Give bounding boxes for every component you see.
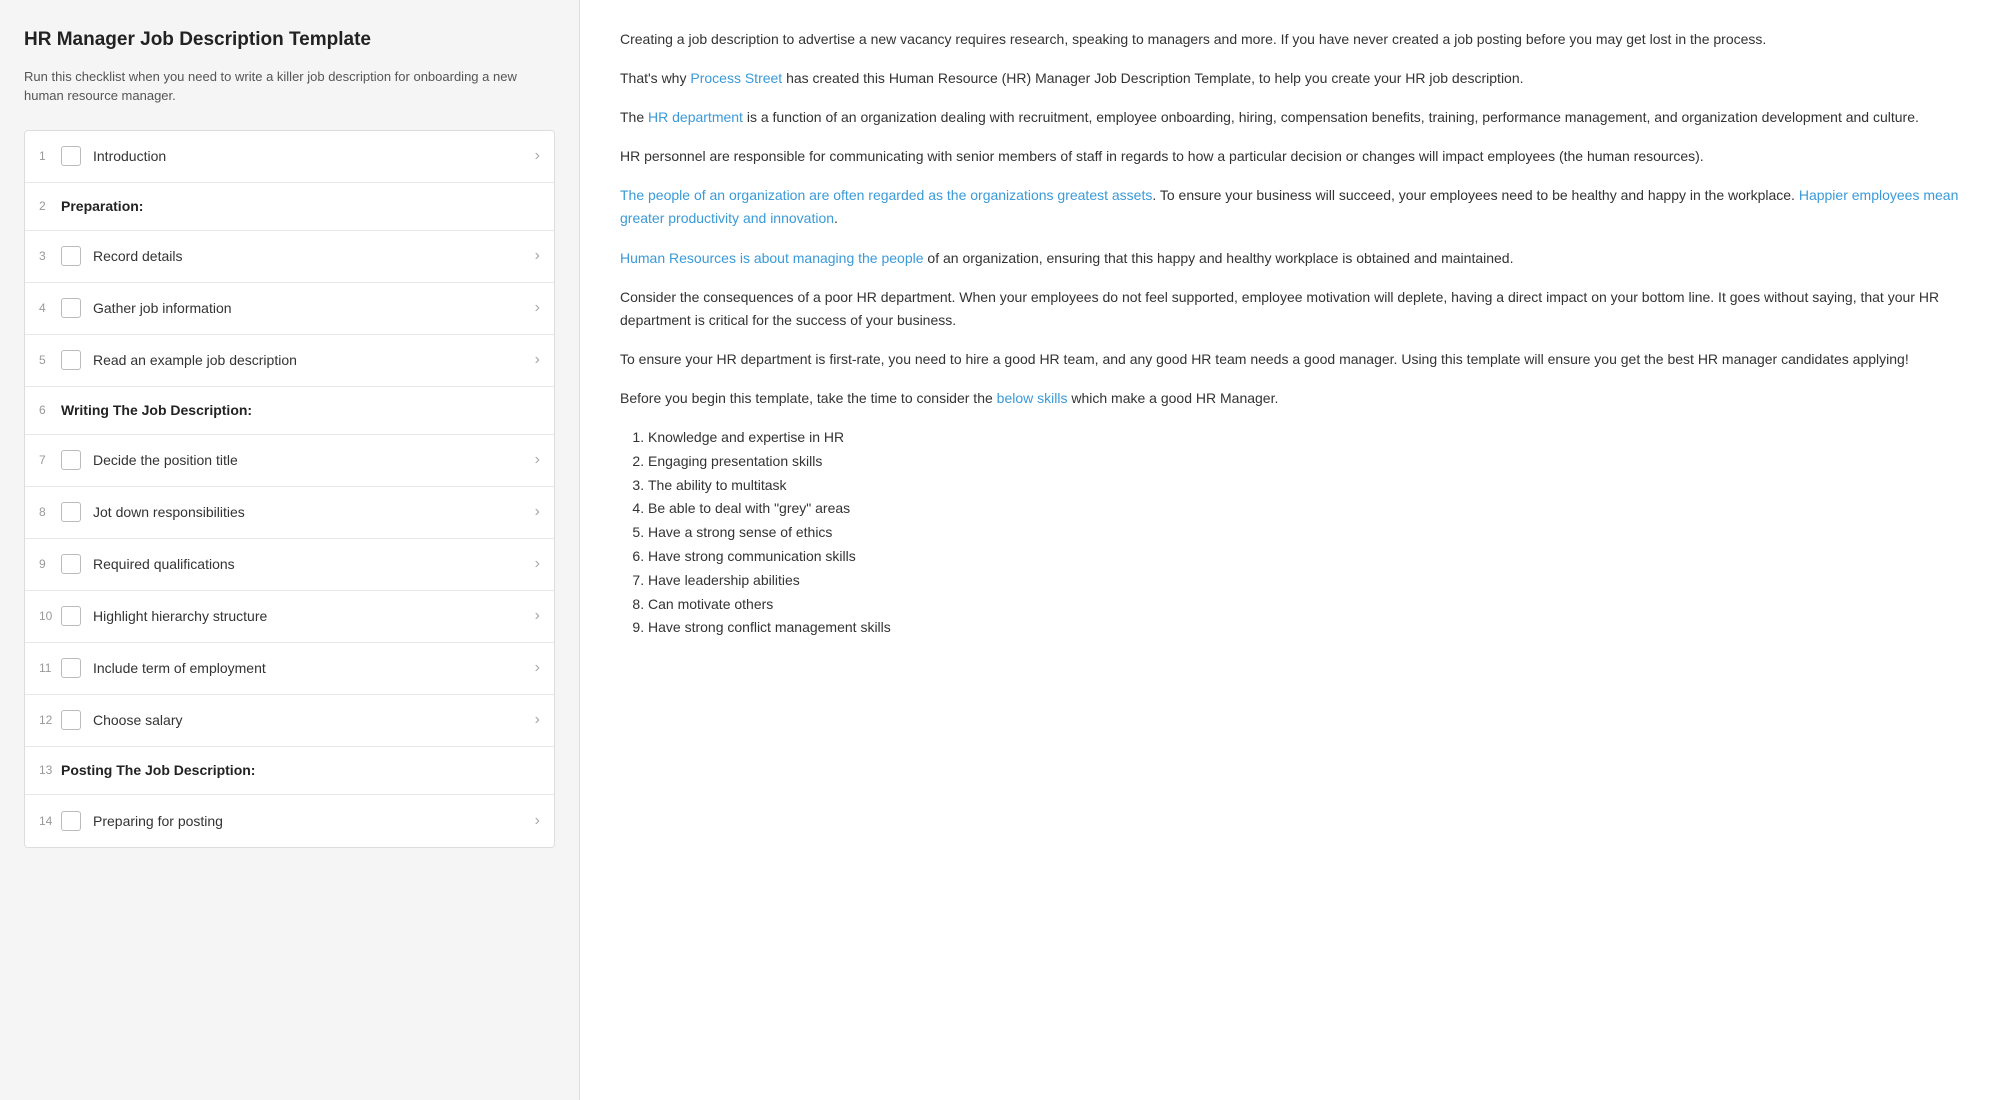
checklist-task-item[interactable]: 5 Read an example job description › — [25, 335, 554, 387]
item-number: 12 — [39, 713, 61, 727]
item-number: 3 — [39, 249, 61, 263]
intro-paragraph-4: HR personnel are responsible for communi… — [620, 145, 1959, 168]
intro-paragraph-1: Creating a job description to advertise … — [620, 28, 1959, 51]
task-label: Introduction — [93, 148, 527, 164]
checklist-task-item[interactable]: 4 Gather job information › — [25, 283, 554, 335]
left-panel: HR Manager Job Description Template Run … — [0, 0, 580, 1100]
list-item: The ability to multitask — [648, 474, 1959, 498]
right-panel: Creating a job description to advertise … — [580, 0, 1999, 1100]
item-number: 10 — [39, 609, 61, 623]
item-number: 11 — [39, 661, 61, 675]
hr-department-link[interactable]: HR department — [648, 109, 743, 125]
item-number: 7 — [39, 453, 61, 467]
section-label: Preparation: — [61, 198, 540, 214]
list-item: Knowledge and expertise in HR — [648, 426, 1959, 450]
task-checkbox[interactable] — [61, 811, 81, 831]
intro-paragraph-9: Before you begin this template, take the… — [620, 387, 1959, 410]
checklist-section-header: 13 Posting The Job Description: — [25, 747, 554, 795]
task-checkbox[interactable] — [61, 606, 81, 626]
task-label: Preparing for posting — [93, 813, 527, 829]
chevron-right-icon: › — [535, 451, 540, 469]
chevron-right-icon: › — [535, 607, 540, 625]
task-label: Read an example job description — [93, 352, 527, 368]
skills-list: Knowledge and expertise in HREngaging pr… — [648, 426, 1959, 640]
chevron-right-icon: › — [535, 351, 540, 369]
list-item: Have leadership abilities — [648, 569, 1959, 593]
checklist-section-header: 2 Preparation: — [25, 183, 554, 231]
list-item: Have strong communication skills — [648, 545, 1959, 569]
chevron-right-icon: › — [535, 711, 540, 729]
task-label: Choose salary — [93, 712, 527, 728]
chevron-right-icon: › — [535, 147, 540, 165]
checklist-section-header: 6 Writing The Job Description: — [25, 387, 554, 435]
task-label: Highlight hierarchy structure — [93, 608, 527, 624]
below-skills-link[interactable]: below skills — [997, 390, 1068, 406]
chevron-right-icon: › — [535, 659, 540, 677]
section-label: Posting The Job Description: — [61, 762, 540, 778]
task-checkbox[interactable] — [61, 554, 81, 574]
task-checkbox[interactable] — [61, 710, 81, 730]
page-subtitle: Run this checklist when you need to writ… — [24, 67, 555, 106]
intro-paragraph-6: Human Resources is about managing the pe… — [620, 247, 1959, 270]
item-number: 6 — [39, 403, 61, 417]
chevron-right-icon: › — [535, 555, 540, 573]
intro-paragraph-2: That's why Process Street has created th… — [620, 67, 1959, 90]
item-number: 13 — [39, 763, 61, 777]
process-street-link[interactable]: Process Street — [690, 70, 782, 86]
task-label: Decide the position title — [93, 452, 527, 468]
item-number: 2 — [39, 199, 61, 213]
task-checkbox[interactable] — [61, 450, 81, 470]
list-item: Have strong conflict management skills — [648, 616, 1959, 640]
intro-paragraph-5: The people of an organization are often … — [620, 184, 1959, 230]
item-number: 1 — [39, 149, 61, 163]
list-item: Can motivate others — [648, 593, 1959, 617]
checklist-task-item[interactable]: 14 Preparing for posting › — [25, 795, 554, 847]
checklist-task-item[interactable]: 3 Record details › — [25, 231, 554, 283]
task-checkbox[interactable] — [61, 298, 81, 318]
checklist-task-item[interactable]: 10 Highlight hierarchy structure › — [25, 591, 554, 643]
checklist-task-item[interactable]: 12 Choose salary › — [25, 695, 554, 747]
chevron-right-icon: › — [535, 812, 540, 830]
task-checkbox[interactable] — [61, 502, 81, 522]
task-label: Include term of employment — [93, 660, 527, 676]
chevron-right-icon: › — [535, 247, 540, 265]
section-label: Writing The Job Description: — [61, 402, 540, 418]
intro-paragraph-3: The HR department is a function of an or… — [620, 106, 1959, 129]
people-assets-link[interactable]: The people of an organization are often … — [620, 187, 1152, 203]
checklist: 1 Introduction › 2 Preparation: 3 Record… — [24, 130, 555, 848]
item-number: 4 — [39, 301, 61, 315]
list-item: Have a strong sense of ethics — [648, 521, 1959, 545]
page-title: HR Manager Job Description Template — [24, 28, 555, 53]
intro-paragraph-7: Consider the consequences of a poor HR d… — [620, 286, 1959, 332]
hr-managing-link[interactable]: Human Resources is about managing the pe… — [620, 250, 924, 266]
item-number: 9 — [39, 557, 61, 571]
item-number: 5 — [39, 353, 61, 367]
chevron-right-icon: › — [535, 503, 540, 521]
checklist-task-item[interactable]: 9 Required qualifications › — [25, 539, 554, 591]
task-label: Record details — [93, 248, 527, 264]
task-label: Jot down responsibilities — [93, 504, 527, 520]
checklist-task-item[interactable]: 8 Jot down responsibilities › — [25, 487, 554, 539]
chevron-right-icon: › — [535, 299, 540, 317]
list-item: Engaging presentation skills — [648, 450, 1959, 474]
list-item: Be able to deal with "grey" areas — [648, 497, 1959, 521]
checklist-task-item[interactable]: 7 Decide the position title › — [25, 435, 554, 487]
checklist-task-item[interactable]: 1 Introduction › — [25, 131, 554, 183]
task-checkbox[interactable] — [61, 658, 81, 678]
task-label: Gather job information — [93, 300, 527, 316]
task-checkbox[interactable] — [61, 146, 81, 166]
task-checkbox[interactable] — [61, 246, 81, 266]
item-number: 14 — [39, 814, 61, 828]
task-label: Required qualifications — [93, 556, 527, 572]
intro-paragraph-8: To ensure your HR department is first-ra… — [620, 348, 1959, 371]
checklist-task-item[interactable]: 11 Include term of employment › — [25, 643, 554, 695]
item-number: 8 — [39, 505, 61, 519]
task-checkbox[interactable] — [61, 350, 81, 370]
